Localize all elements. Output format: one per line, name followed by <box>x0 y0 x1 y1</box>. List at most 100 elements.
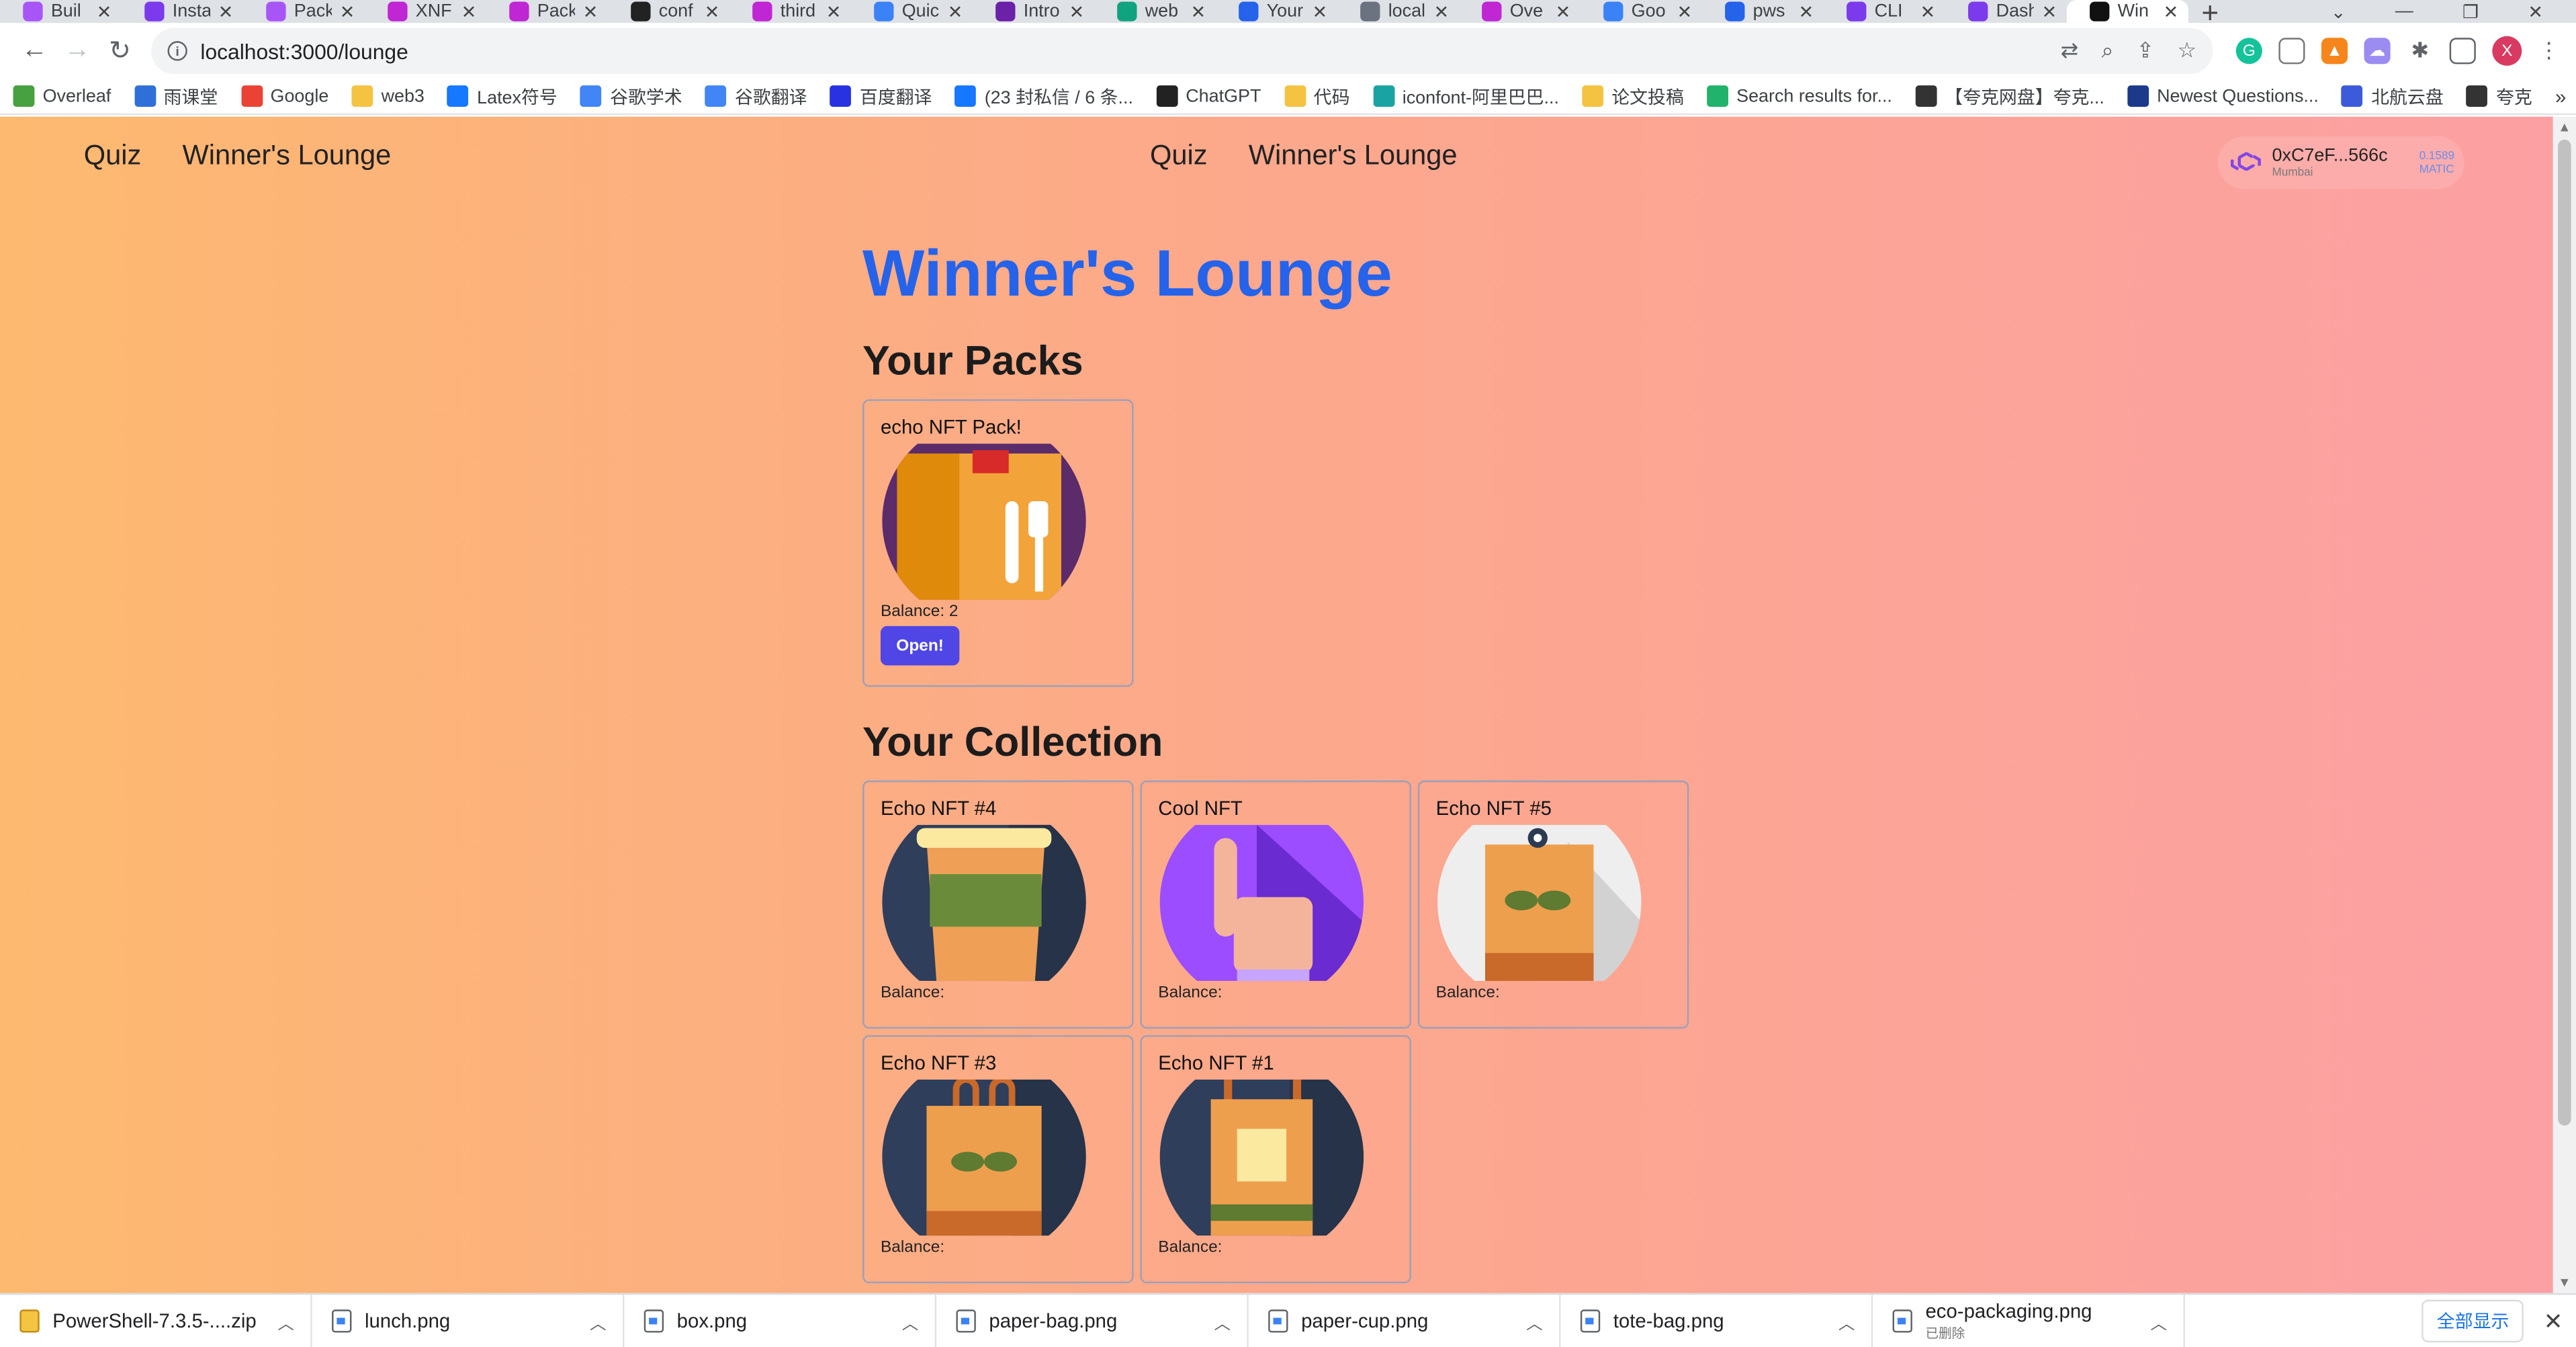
bookmark-item[interactable]: 【夸克网盘】夸克... <box>1915 83 2104 110</box>
download-item[interactable]: PowerShell-7.3.5-....zip ︿ <box>0 1295 312 1347</box>
download-menu-chevron-icon[interactable]: ︿ <box>277 1309 294 1334</box>
bookmark-item[interactable]: ChatGPT <box>1156 85 1261 107</box>
bookmark-item[interactable]: 代码 <box>1284 83 1349 110</box>
center-nav-quiz-link[interactable]: Quiz <box>1150 140 1208 173</box>
bookmark-item[interactable]: iconfont-阿里巴巴... <box>1372 83 1559 110</box>
browser-tab[interactable]: local ✕ <box>1337 0 1459 23</box>
nav-lounge-link[interactable]: Winner's Lounge <box>182 140 391 173</box>
address-bar[interactable]: i localhost:3000/lounge ⇄ ⌕ ⇪ ☆ <box>151 28 2213 75</box>
menu-kebab-icon[interactable]: ⋮ <box>2538 38 2560 64</box>
browser-tab[interactable]: third ✕ <box>729 0 851 23</box>
zoom-icon[interactable]: ⌕ <box>2102 38 2114 64</box>
browser-tab[interactable]: XNF ✕ <box>365 0 486 23</box>
tab-close-icon[interactable]: ✕ <box>948 1 963 22</box>
bookmarks-overflow-icon[interactable]: » <box>2555 85 2566 107</box>
bookmark-item[interactable]: web3 <box>351 85 425 107</box>
bookmark-item[interactable]: 北航云盘 <box>2342 83 2444 110</box>
browser-tab[interactable]: Intro ✕ <box>973 0 1094 23</box>
download-menu-chevron-icon[interactable]: ︿ <box>902 1309 918 1334</box>
tab-close-icon[interactable]: ✕ <box>1313 1 1328 22</box>
back-button[interactable]: ← <box>13 30 56 73</box>
tab-close-icon[interactable]: ✕ <box>218 1 234 22</box>
scroll-down-arrow-icon[interactable]: ▼ <box>2558 1275 2571 1290</box>
browser-tab[interactable]: Pack ✕ <box>486 0 608 23</box>
cloud-extension-icon[interactable]: ☁ <box>2364 38 2391 64</box>
bookmark-item[interactable]: Overleaf <box>13 85 111 107</box>
tab-close-icon[interactable]: ✕ <box>2042 1 2057 22</box>
site-info-icon[interactable]: i <box>167 41 187 61</box>
bookmark-item[interactable]: (23 封私信 / 6 条... <box>954 83 1133 110</box>
download-item[interactable]: box.png ︿ <box>624 1295 937 1347</box>
close-downloads-icon[interactable]: ✕ <box>2544 1307 2563 1336</box>
browser-tab[interactable]: web ✕ <box>1094 0 1216 23</box>
browser-tab[interactable]: Goo ✕ <box>1581 0 1702 23</box>
browser-tab[interactable]: Pack ✕ <box>243 0 365 23</box>
show-all-downloads-button[interactable]: 全部显示 <box>2422 1299 2524 1343</box>
minimize-button[interactable]: — <box>2395 1 2413 21</box>
tab-close-icon[interactable]: ✕ <box>1069 1 1085 22</box>
scrollbar-thumb[interactable] <box>2558 139 2571 1126</box>
download-item[interactable]: paper-bag.png ︿ <box>936 1295 1249 1347</box>
tab-close-icon[interactable]: ✕ <box>1677 1 1693 22</box>
download-item[interactable]: tote-bag.png ︿ <box>1561 1295 1873 1347</box>
download-item[interactable]: paper-cup.png ︿ <box>1249 1295 1561 1347</box>
open-pack-button[interactable]: Open! <box>880 625 960 666</box>
page-scrollbar[interactable]: ▲ ▼ <box>2552 116 2576 1293</box>
browser-tab[interactable]: Dash ✕ <box>1945 0 2067 23</box>
scroll-up-arrow-icon[interactable]: ▲ <box>2558 120 2571 135</box>
reload-button[interactable]: ↻ <box>99 30 142 73</box>
side-panel-icon[interactable] <box>2449 38 2476 64</box>
bookmark-item[interactable]: 百度翻译 <box>830 83 932 110</box>
tab-close-icon[interactable]: ✕ <box>2164 1 2179 22</box>
center-nav-lounge-link[interactable]: Winner's Lounge <box>1249 140 1458 173</box>
bookmark-item[interactable]: Search results for... <box>1707 85 1892 107</box>
nav-quiz-link[interactable]: Quiz <box>84 140 142 173</box>
maximize-button[interactable]: ❐ <box>2462 1 2479 22</box>
download-menu-chevron-icon[interactable]: ︿ <box>1214 1309 1230 1334</box>
share-icon[interactable]: ⇪ <box>2137 38 2155 64</box>
connect-wallet-button[interactable]: 0xC7eF...566c Mumbai 0.1589 MATIC <box>2217 136 2464 189</box>
bookmark-item[interactable]: 论文投稿 <box>1582 83 1684 110</box>
download-menu-chevron-icon[interactable]: ︿ <box>2151 1309 2167 1334</box>
notes-extension-icon[interactable] <box>2278 38 2305 64</box>
browser-tab[interactable]: Quic ✕ <box>851 0 973 23</box>
extensions-puzzle-icon[interactable]: ✱ <box>2407 38 2434 64</box>
browser-tab[interactable]: Your ✕ <box>1216 0 1337 23</box>
tab-close-icon[interactable]: ✕ <box>1556 1 1571 22</box>
bookmark-item[interactable]: Newest Questions... <box>2127 85 2319 107</box>
bookmark-item[interactable]: 雨课堂 <box>134 83 218 110</box>
tab-search-chevron-icon[interactable]: ⌄ <box>2331 1 2346 22</box>
download-menu-chevron-icon[interactable]: ︿ <box>1526 1309 1542 1334</box>
bookmark-item[interactable]: Google <box>240 85 328 107</box>
tab-close-icon[interactable]: ✕ <box>583 1 598 22</box>
bookmark-item[interactable]: 夸克 <box>2466 83 2532 110</box>
new-tab-button[interactable]: + <box>2201 0 2219 23</box>
tab-close-icon[interactable]: ✕ <box>1191 1 1206 22</box>
download-item[interactable]: lunch.png ︿ <box>312 1295 625 1347</box>
tab-close-icon[interactable]: ✕ <box>340 1 355 22</box>
tab-close-icon[interactable]: ✕ <box>461 1 477 22</box>
tab-close-icon[interactable]: ✕ <box>705 1 720 22</box>
profile-avatar[interactable]: X <box>2492 36 2522 66</box>
tab-close-icon[interactable]: ✕ <box>826 1 842 22</box>
forward-button[interactable]: → <box>56 30 99 73</box>
browser-tab[interactable]: conf ✕ <box>608 0 729 23</box>
close-window-button[interactable]: ✕ <box>2528 1 2544 22</box>
bookmark-star-icon[interactable]: ☆ <box>2178 38 2197 64</box>
tab-close-icon[interactable]: ✕ <box>97 1 112 22</box>
browser-tab[interactable]: Buil ✕ <box>0 0 122 23</box>
browser-tab[interactable]: Insta ✕ <box>122 0 243 23</box>
browser-tab[interactable]: pws ✕ <box>1702 0 1824 23</box>
metamask-fox-icon[interactable]: ▲ <box>2321 38 2348 64</box>
tab-close-icon[interactable]: ✕ <box>1434 1 1450 22</box>
browser-tab[interactable]: Win ✕ <box>2066 0 2188 24</box>
grammarly-extension-icon[interactable]: G <box>2235 38 2262 64</box>
bookmark-item[interactable]: 谷歌学术 <box>580 83 682 110</box>
browser-tab[interactable]: CLI ✕ <box>1824 0 1945 23</box>
translate-icon[interactable]: ⇄ <box>2061 38 2079 64</box>
url-text[interactable]: localhost:3000/lounge <box>200 38 2047 63</box>
browser-tab[interactable]: Ove ✕ <box>1459 0 1581 23</box>
download-menu-chevron-icon[interactable]: ︿ <box>590 1309 606 1334</box>
tab-close-icon[interactable]: ✕ <box>1799 1 1814 22</box>
bookmark-item[interactable]: Latex符号 <box>447 83 558 110</box>
